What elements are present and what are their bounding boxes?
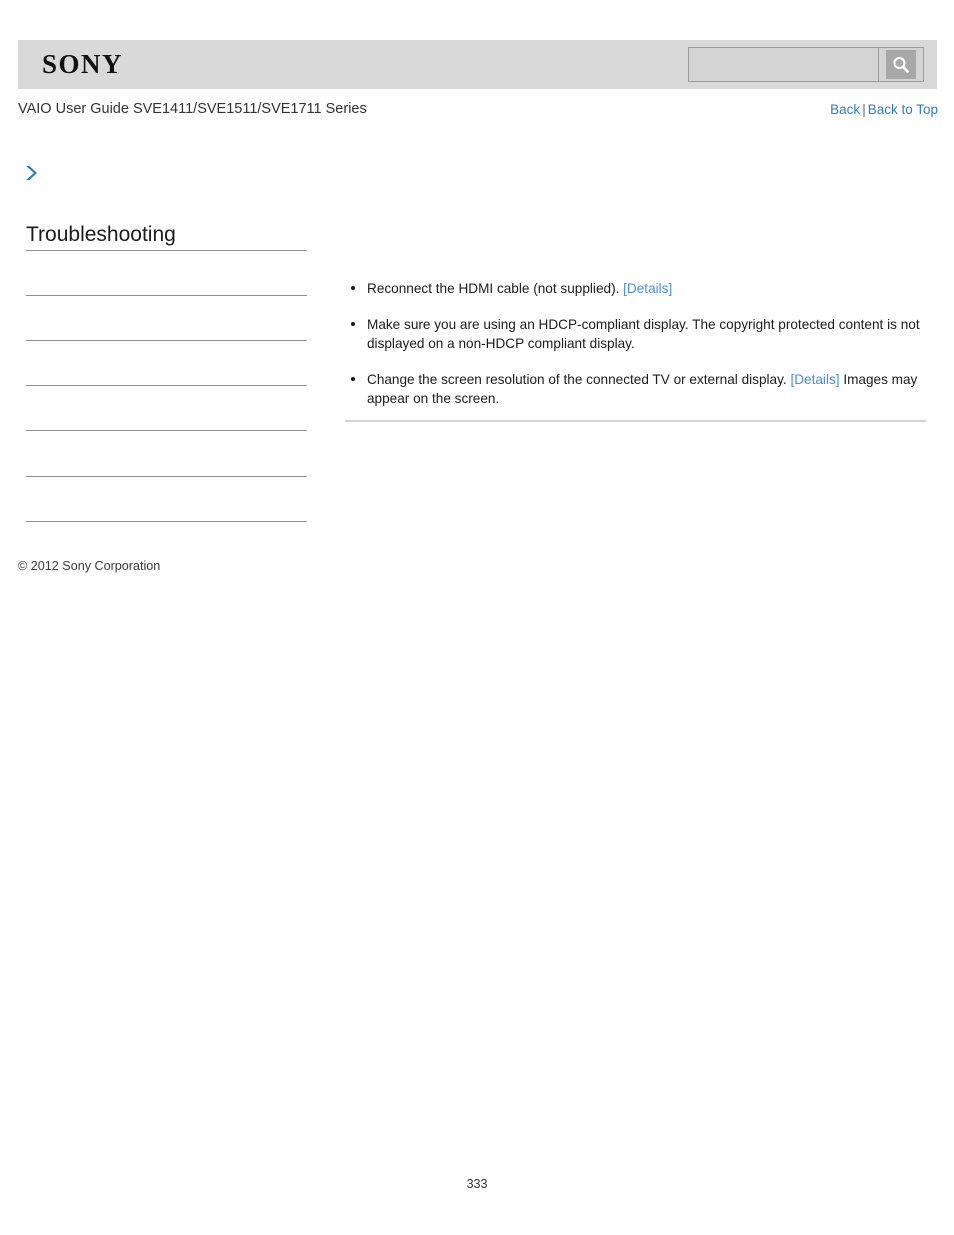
header-nav: Back | Back to Top [830, 102, 938, 117]
list-item: Change the screen resolution of the conn… [345, 370, 926, 408]
search-area [688, 47, 924, 82]
search-icon [886, 50, 916, 79]
bullet-text-segment: Reconnect the HDMI cable (not supplied). [367, 281, 624, 296]
search-button[interactable] [878, 47, 924, 82]
nav-separator: | [862, 102, 866, 117]
bullet-text-2: Change the screen resolution of the conn… [367, 372, 917, 406]
list-item: Make sure you are using an HDCP-complian… [345, 315, 926, 353]
sidebar-divider-1 [26, 340, 307, 341]
bullet-text-1: Make sure you are using an HDCP-complian… [367, 317, 920, 351]
main-content: Reconnect the HDMI cable (not supplied).… [345, 279, 926, 408]
details-link[interactable]: [Details] [790, 372, 839, 387]
guide-title: VAIO User Guide SVE1411/SVE1511/SVE1711 … [18, 101, 367, 117]
page-root: SONY VAIO User Guide SVE1411/SVE1511/SVE… [0, 0, 954, 1235]
sidebar-divider-4 [26, 476, 307, 477]
troubleshooting-bullet-list: Reconnect the HDMI cable (not supplied).… [345, 279, 926, 408]
bullet-dot-icon [351, 322, 355, 326]
page-number: 333 [466, 1177, 488, 1191]
details-link[interactable]: [Details] [623, 281, 672, 296]
sidebar-title-rule [26, 250, 307, 251]
bullet-text-segment: Change the screen resolution of the conn… [367, 372, 791, 387]
bullet-dot-icon [351, 377, 355, 381]
list-item: Reconnect the HDMI cable (not supplied).… [345, 279, 926, 298]
chevron-right-icon [24, 163, 42, 183]
back-link[interactable]: Back [830, 102, 860, 117]
copyright-text: © 2012 Sony Corporation [18, 559, 161, 573]
sidebar-divider-5 [26, 521, 307, 522]
sony-logo: SONY [42, 49, 124, 79]
content-bottom-rule [345, 420, 926, 422]
sidebar-divider-0 [26, 295, 307, 296]
sidebar-divider-3 [26, 430, 307, 431]
bullet-text-0: Reconnect the HDMI cable (not supplied).… [367, 281, 672, 296]
sidebar-divider-2 [26, 385, 307, 386]
bullet-dot-icon [351, 286, 355, 290]
bullet-text-segment: Make sure you are using an HDCP-complian… [367, 317, 920, 351]
search-input[interactable] [688, 47, 878, 82]
back-to-top-link[interactable]: Back to Top [868, 102, 938, 117]
header-band: SONY [18, 40, 937, 89]
